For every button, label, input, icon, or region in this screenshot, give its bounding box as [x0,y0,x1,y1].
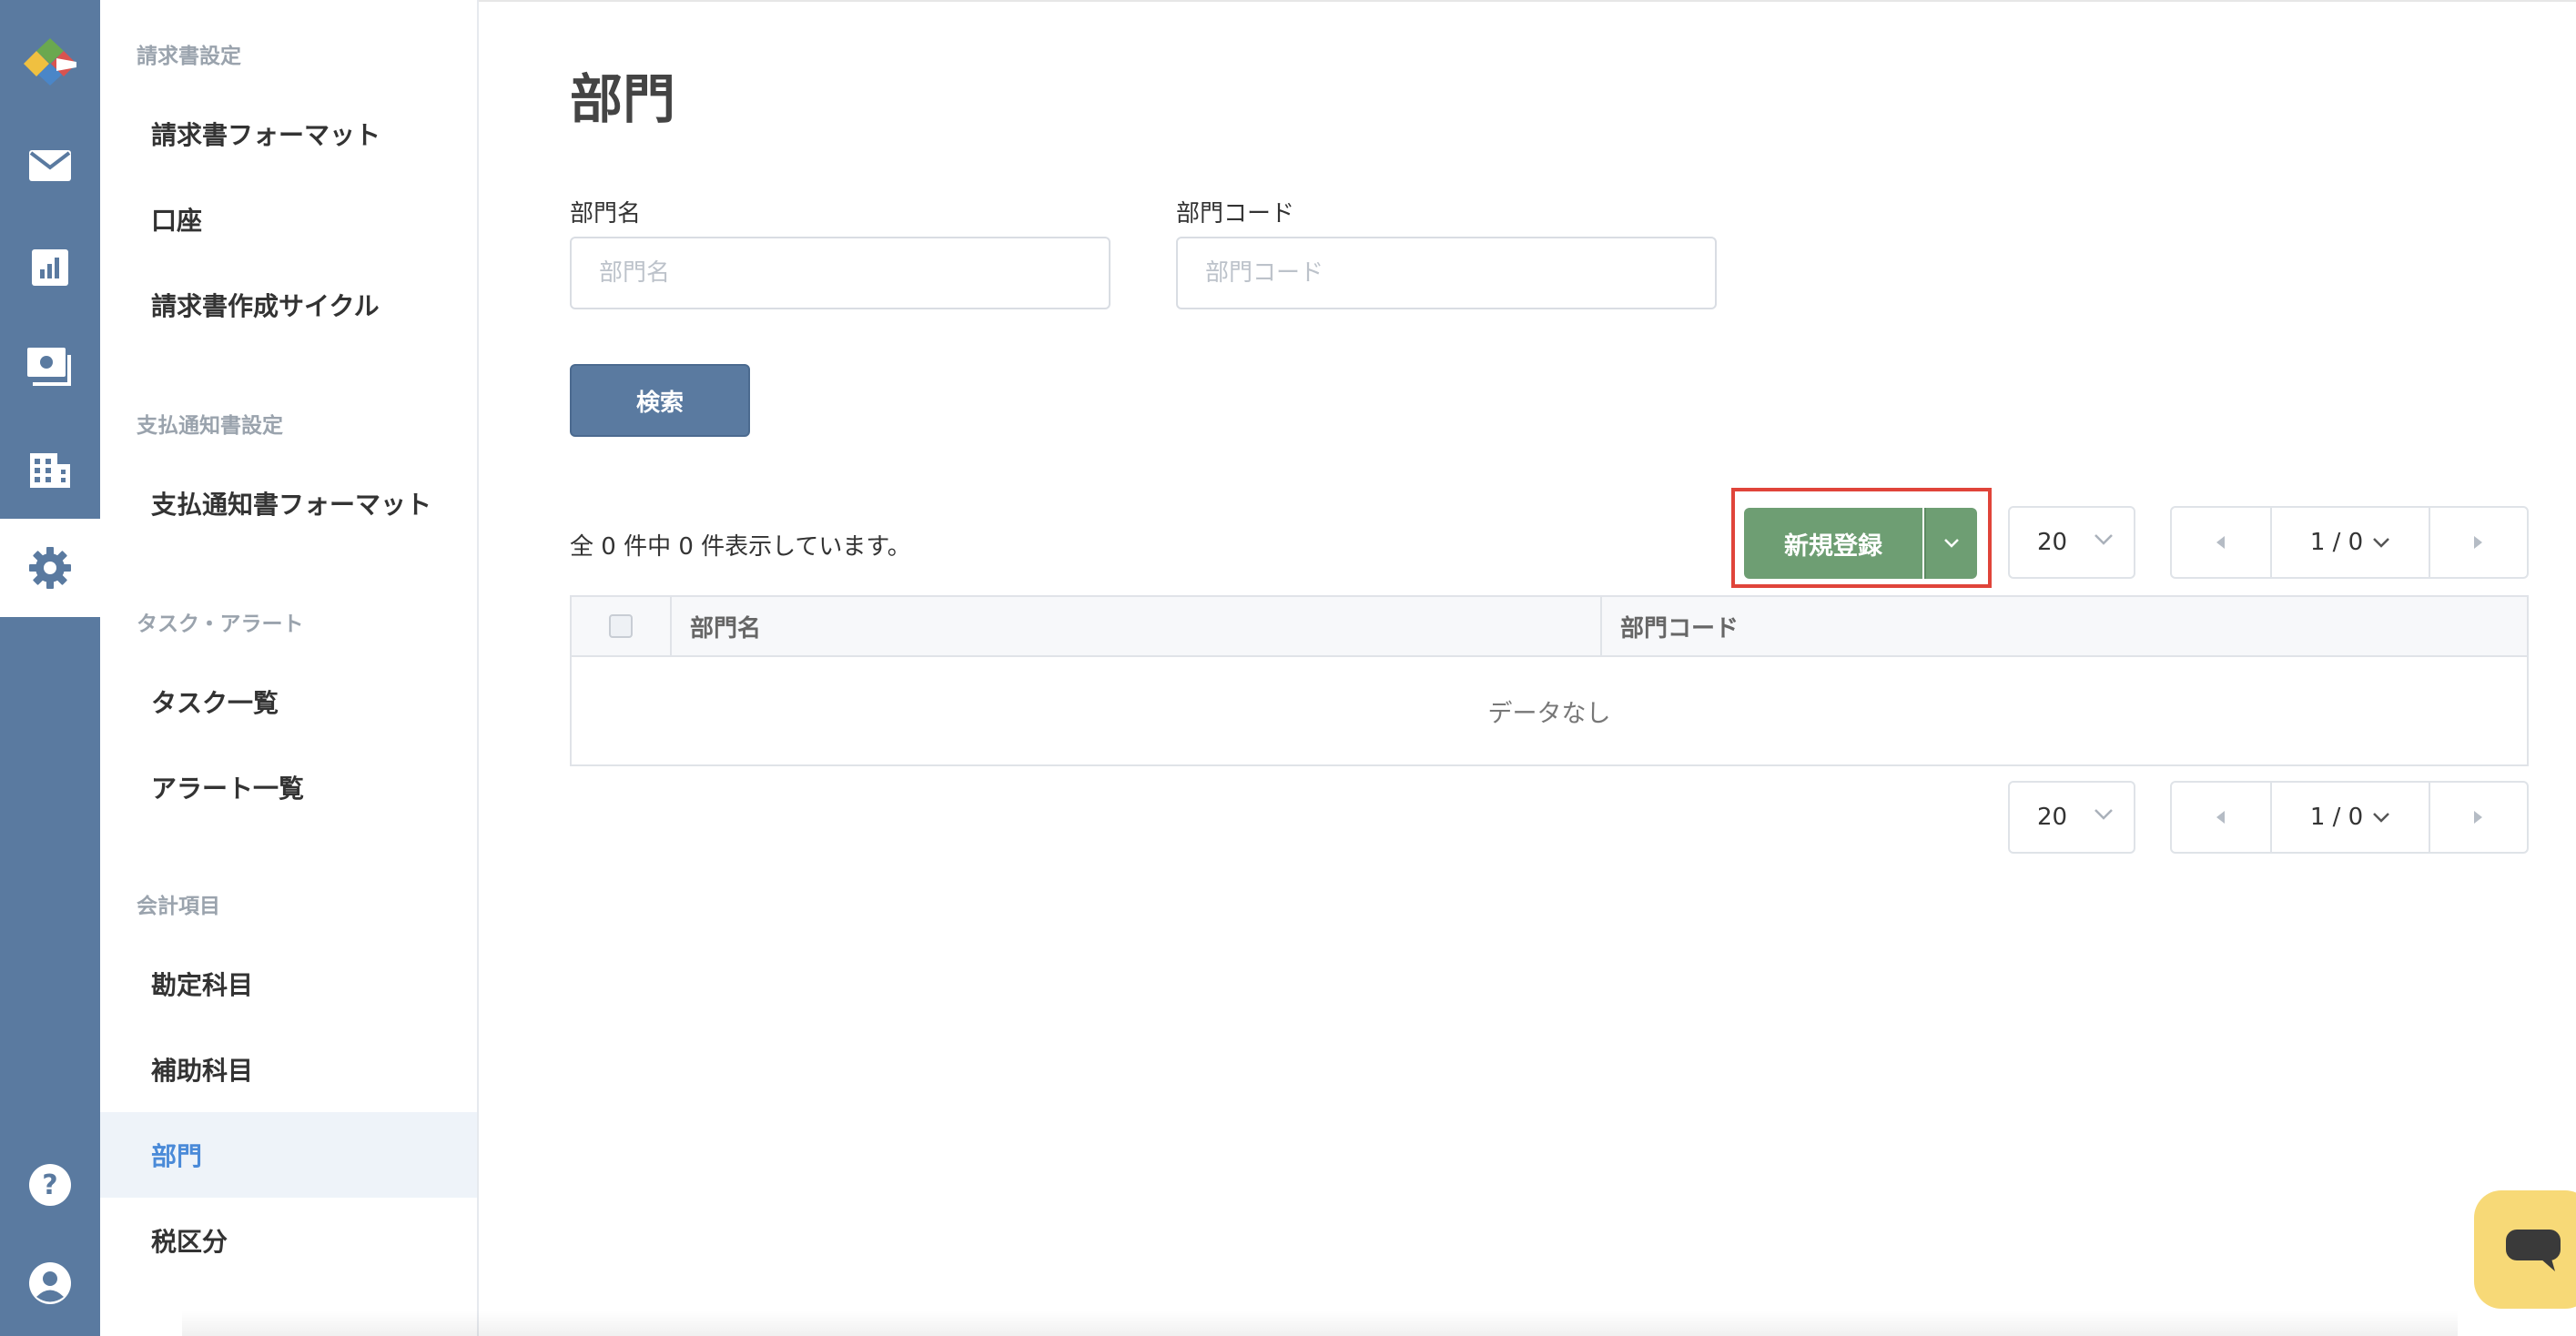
sidebar-item-tax-category[interactable]: 税区分 [100,1198,477,1283]
next-page-button[interactable] [2429,783,2527,852]
sidebar-item-task-list[interactable]: タスク一覧 [100,659,477,744]
department-name-label: 部門名 [570,200,642,228]
next-page-button[interactable] [2429,508,2527,577]
department-code-label: 部門コード [1176,200,1295,228]
section-title-payment-notice: 支払通知書設定 [137,414,283,438]
section-title-accounting: 会計項目 [137,895,220,918]
per-page-select-top[interactable]: 20 [2008,506,2135,579]
department-name-input[interactable] [570,237,1111,309]
per-page-value: 20 [2037,804,2068,831]
prev-page-button[interactable] [2172,508,2270,577]
per-page-value: 20 [2037,529,2068,556]
table-header: 部門名 部門コード [572,597,2527,657]
gear-icon[interactable] [0,519,100,617]
main-content: 部門 部門名 部門コード 検索 全 0 件中 0 件表示しています。 新規登録 … [479,0,2576,1336]
empty-state: データなし [1487,699,1611,728]
prev-page-button[interactable] [2172,783,2270,852]
building-icon[interactable] [0,419,100,517]
department-table: 部門名 部門コード データなし [570,595,2529,766]
page-indicator: 1 / 0 [2309,529,2364,556]
section-title-invoice: 請求書設定 [137,45,241,68]
sidebar-item-account-title[interactable]: 勘定科目 [100,941,477,1027]
chevron-down-icon [2373,813,2390,823]
new-register-button[interactable]: 新規登録 [1744,508,1922,579]
chevron-down-icon [2094,534,2113,545]
per-page-select-bottom[interactable]: 20 [2008,781,2135,854]
sidebar-item-department[interactable]: 部門 [100,1112,477,1198]
sidebar-item-invoice-format[interactable]: 請求書フォーマット [100,91,477,177]
help-icon[interactable]: ? [0,1136,100,1234]
select-all-checkbox[interactable] [609,614,633,638]
caret-left-icon [2216,536,2225,549]
user-icon[interactable] [0,1234,100,1332]
svg-text:?: ? [42,1169,57,1201]
logo-icon[interactable] [0,13,100,111]
icon-rail: ? [0,0,100,1336]
chevron-down-icon [2373,538,2390,548]
new-register-dropdown-button[interactable] [1924,508,1977,579]
chat-icon [2506,1230,2561,1271]
page-title: 部門 [570,68,676,130]
search-button[interactable]: 検索 [570,364,750,437]
bottom-shadow [182,1311,2458,1336]
result-count: 全 0 件中 0 件表示しています。 [570,533,911,561]
settings-sidebar: 請求書設定 請求書フォーマット 口座 請求書作成サイクル 支払通知書設定 支払通… [100,0,479,1336]
chart-icon[interactable] [0,218,100,317]
page-indicator: 1 / 0 [2309,804,2364,831]
sidebar-item-invoice-cycle[interactable]: 請求書作成サイクル [100,262,477,348]
page-select[interactable]: 1 / 0 [2270,783,2430,852]
column-header-department-name[interactable]: 部門名 [672,597,1602,655]
page-select[interactable]: 1 / 0 [2270,508,2430,577]
chevron-down-icon [2094,809,2113,820]
chat-widget-button[interactable] [2474,1190,2576,1309]
sidebar-item-sub-account[interactable]: 補助科目 [100,1027,477,1112]
caret-right-icon [2474,536,2482,549]
sidebar-item-payment-notice-format[interactable]: 支払通知書フォーマット [100,461,477,546]
caret-right-icon [2474,811,2482,824]
sidebar-item-alert-list[interactable]: アラート一覧 [100,744,477,830]
pagination-top: 1 / 0 [2170,506,2529,579]
payment-icon[interactable] [0,319,100,417]
column-header-department-code[interactable]: 部門コード [1602,597,2527,655]
section-title-task-alert: タスク・アラート [137,612,304,636]
department-code-input[interactable] [1176,237,1717,309]
sidebar-item-account[interactable]: 口座 [100,177,477,262]
pagination-bottom: 1 / 0 [2170,781,2529,854]
chevron-down-icon [1944,539,1959,548]
caret-left-icon [2216,811,2225,824]
select-all-cell [572,597,672,655]
mail-icon[interactable] [0,116,100,215]
